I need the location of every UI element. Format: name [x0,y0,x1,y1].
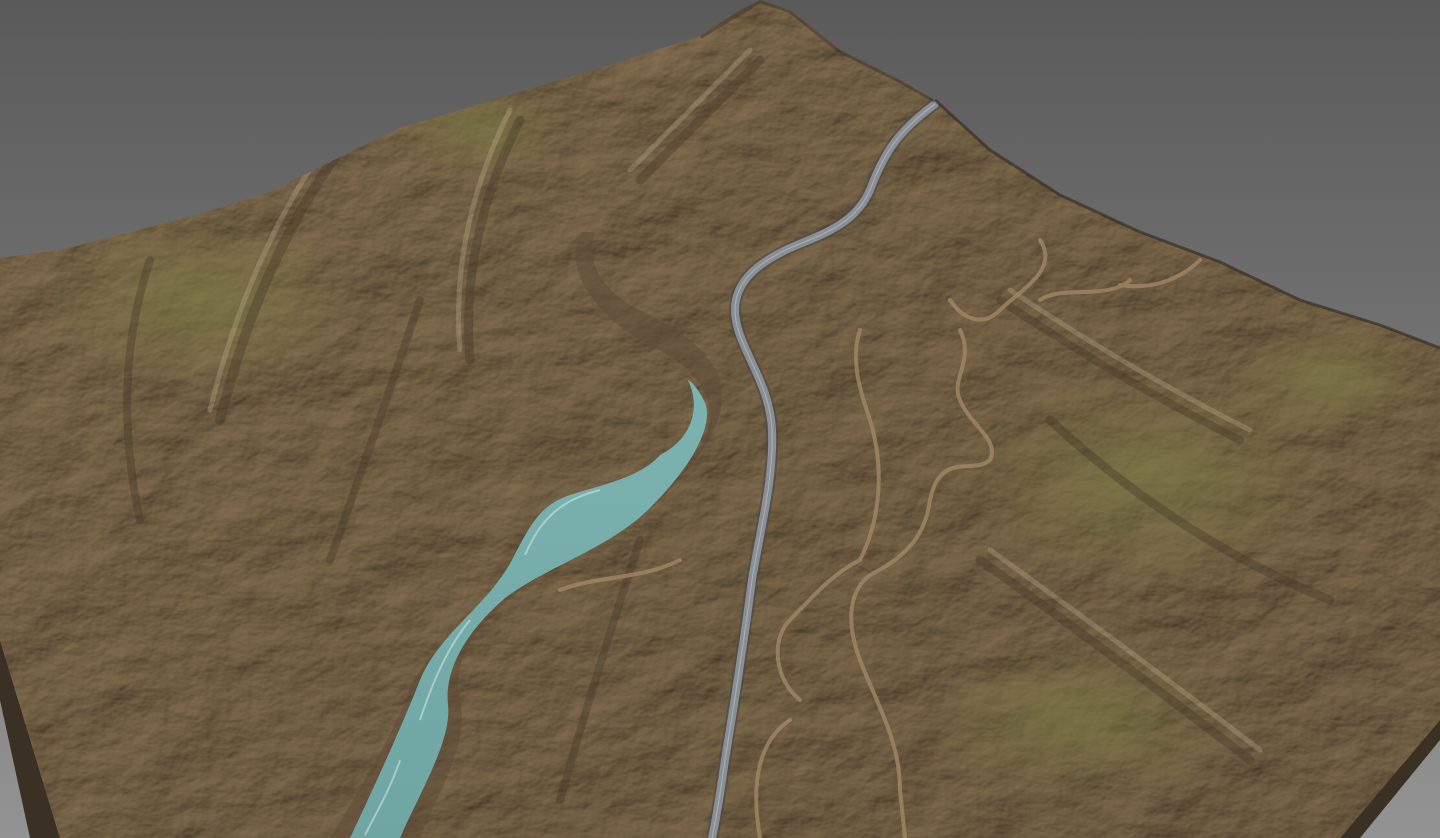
terrain-viewport[interactable] [0,0,1440,838]
moss-patch [1220,320,1440,440]
terrain-scene [0,0,1440,838]
